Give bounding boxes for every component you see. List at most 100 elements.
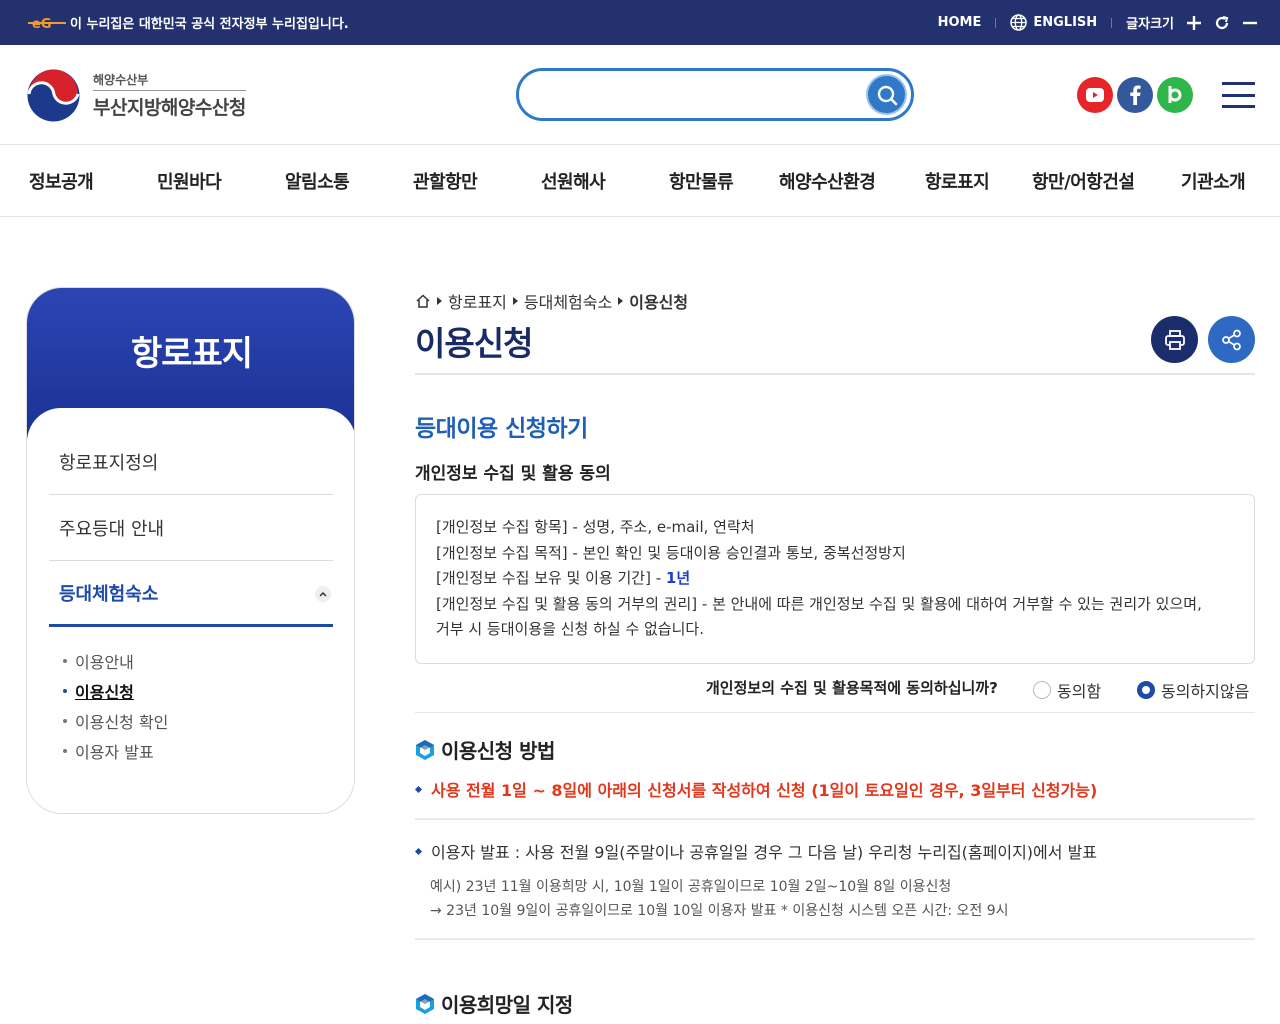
divider (415, 818, 1255, 820)
youtube-link[interactable] (1077, 77, 1113, 113)
minus-icon (1243, 21, 1257, 24)
method-heading: 이용신청 방법 (415, 735, 555, 764)
main-navigation: 정보공개 민원바다 알림소통 관할항만 선원해사 항만물류 해양수산환경 항로표… (0, 146, 1280, 217)
print-button[interactable] (1151, 316, 1198, 363)
bullet-icon (63, 719, 67, 723)
example-note: → 23년 10월 9일이 공휴일이므로 10월 10일 이용자 발표 * 이용… (430, 903, 1009, 919)
breadcrumb-current: 이용신청 (629, 293, 689, 312)
blog-icon (1168, 86, 1182, 103)
sub-item-label: 이용안내 (75, 653, 134, 672)
menu-bar (1222, 93, 1255, 97)
side-submenu: 이용안내 이용신청 이용신청 확인 이용자 발표 (63, 646, 168, 766)
youtube-icon (1086, 88, 1104, 102)
search-input[interactable] (535, 81, 855, 109)
announce-text: 이용자 발표 : 사용 전월 9일(주말이나 공휴일일 경우 그 다음 날) 우… (431, 843, 1098, 862)
divider (415, 938, 1255, 940)
retention-period: 1년 (665, 569, 691, 587)
side-navigation: 항로표지 항로표지정의 주요등대 안내 등대체험숙소 이용안내 이용신청 이용신… (26, 287, 355, 814)
privacy-item: [개인정보 수집 항목] - 성명, 주소, e-mail, 연락처 (436, 518, 755, 536)
agree-row: 개인정보의 수집 및 활용목적에 동의하십니까? 동의함 동의하지않음 (415, 673, 1255, 713)
logo-ministry: 해양수산부 (93, 73, 149, 87)
gnb-item-environment[interactable]: 해양수산환경 (779, 168, 876, 194)
share-button[interactable] (1208, 316, 1255, 363)
breadcrumb-item[interactable]: 항로표지 (448, 289, 507, 313)
side-nav-body: 항로표지정의 주요등대 안내 등대체험숙소 이용안내 이용신청 이용신청 확인 … (27, 408, 354, 813)
gnb-item-info[interactable]: 정보공개 (29, 168, 94, 194)
printer-icon (1164, 329, 1185, 350)
privacy-item: [개인정보 수집 보유 및 이용 기간] - 1년 (436, 566, 1234, 592)
globe-icon (1010, 14, 1028, 31)
breadcrumb-arrow-icon (618, 297, 624, 305)
search-button[interactable] (866, 74, 907, 115)
gnb-item-civil[interactable]: 민원바다 (157, 168, 222, 194)
agree-no-radio[interactable]: 동의하지않음 (1137, 678, 1249, 702)
hexagon-icon (416, 739, 434, 760)
site-logo[interactable]: 해양수산부 부산지방해양수산청 (26, 68, 246, 123)
privacy-item: [개인정보 수집 목적] - 본인 확인 및 등대이용 승인결과 통보, 중복선… (436, 543, 906, 562)
share-icon (1221, 329, 1241, 350)
gnb-item-notice[interactable]: 알림소통 (285, 168, 350, 194)
gnb-item-construction[interactable]: 항만/어항건설 (1032, 168, 1135, 194)
agree-yes-radio[interactable]: 동의함 (1033, 678, 1101, 702)
privacy-item: [개인정보 수집 및 활용 동의 거부의 권리] - 본 안내에 따른 개인정보… (436, 594, 1202, 613)
gov-notice-bar: eG 이 누리집은 대한민국 공식 전자정부 누리집입니다. HOME ENGL… (0, 0, 1280, 45)
facebook-link[interactable] (1117, 77, 1153, 113)
side-item-definition[interactable]: 항로표지정의 (49, 429, 333, 495)
sub-item-guide[interactable]: 이용안내 (63, 646, 168, 676)
side-item-lighthouses[interactable]: 주요등대 안내 (49, 495, 333, 561)
hexagon-icon (416, 993, 434, 1014)
font-size-label: 글자크기 (1126, 17, 1174, 32)
refresh-icon (1215, 15, 1229, 29)
english-link[interactable]: ENGLISH (1010, 14, 1097, 31)
privacy-title: 개인정보 수집 및 활용 동의 (415, 464, 611, 484)
bullet-icon (63, 689, 67, 693)
collapse-toggle[interactable] (315, 586, 331, 602)
date-heading: 이용희망일 지정 (415, 989, 573, 1018)
side-item-label: 항로표지정의 (59, 452, 159, 474)
gnb-item-logistics[interactable]: 항만물류 (669, 168, 734, 194)
gnb-item-aids[interactable]: 항로표지 (925, 168, 990, 194)
font-decrease-button[interactable] (1242, 15, 1258, 31)
breadcrumb: 항로표지 등대체험숙소 이용신청 (415, 289, 688, 313)
section-title: 등대이용 신청하기 (415, 416, 588, 442)
gnb-item-ports[interactable]: 관할항만 (413, 168, 478, 194)
side-item-label: 등대체험숙소 (59, 583, 159, 605)
logo-agency: 부산지방해양수산청 (93, 90, 246, 120)
font-increase-button[interactable] (1186, 15, 1202, 31)
radio-label: 동의함 (1057, 682, 1102, 701)
method-notice: 사용 전월 1일 ~ 8일에 아래의 신청서를 작성하여 신청 (1일이 토요일… (414, 777, 1255, 801)
chevron-up-icon (319, 591, 327, 597)
gnb-item-about[interactable]: 기관소개 (1181, 168, 1246, 194)
privacy-box: [개인정보 수집 항목] - 성명, 주소, e-mail, 연락처 [개인정보… (415, 494, 1255, 664)
plus-icon (1187, 15, 1201, 30)
menu-button[interactable] (1222, 82, 1255, 108)
sub-item-label: 이용자 발표 (75, 743, 154, 762)
search-box (516, 68, 914, 121)
date-title: 이용희망일 지정 (441, 993, 573, 1017)
egov-logo-icon: eG (28, 17, 66, 31)
sub-item-announce[interactable]: 이용자 발표 (63, 736, 168, 766)
font-reset-button[interactable] (1214, 15, 1230, 31)
home-link[interactable]: HOME (938, 15, 982, 30)
side-item-label: 주요등대 안내 (59, 518, 165, 540)
agree-question: 개인정보의 수집 및 활용목적에 동의하십니까? (706, 679, 998, 697)
search-icon (877, 85, 897, 105)
home-icon[interactable] (415, 293, 431, 309)
side-item-lodging[interactable]: 등대체험숙소 (49, 561, 333, 627)
sns-links (1077, 77, 1197, 113)
facebook-icon (1130, 85, 1141, 105)
breadcrumb-arrow-icon (512, 297, 518, 305)
divider (995, 17, 997, 28)
sub-item-label: 이용신청 확인 (75, 713, 169, 732)
gnb-item-seafarer[interactable]: 선원해사 (541, 168, 606, 194)
side-nav-title: 항로표지 (130, 334, 253, 374)
sub-item-apply[interactable]: 이용신청 (63, 676, 168, 706)
gov-notice: eG 이 누리집은 대한민국 공식 전자정부 누리집입니다. (26, 0, 349, 45)
sub-item-check[interactable]: 이용신청 확인 (63, 706, 168, 736)
gov-notice-text: 이 누리집은 대한민국 공식 전자정부 누리집입니다. (70, 17, 349, 32)
menu-bar (1222, 82, 1255, 85)
divider (1111, 17, 1113, 28)
breadcrumb-item[interactable]: 등대체험숙소 (524, 289, 612, 313)
method-notice-text: 사용 전월 1일 ~ 8일에 아래의 신청서를 작성하여 신청 (1일이 토요일… (431, 781, 1098, 800)
blog-link[interactable] (1157, 77, 1193, 113)
